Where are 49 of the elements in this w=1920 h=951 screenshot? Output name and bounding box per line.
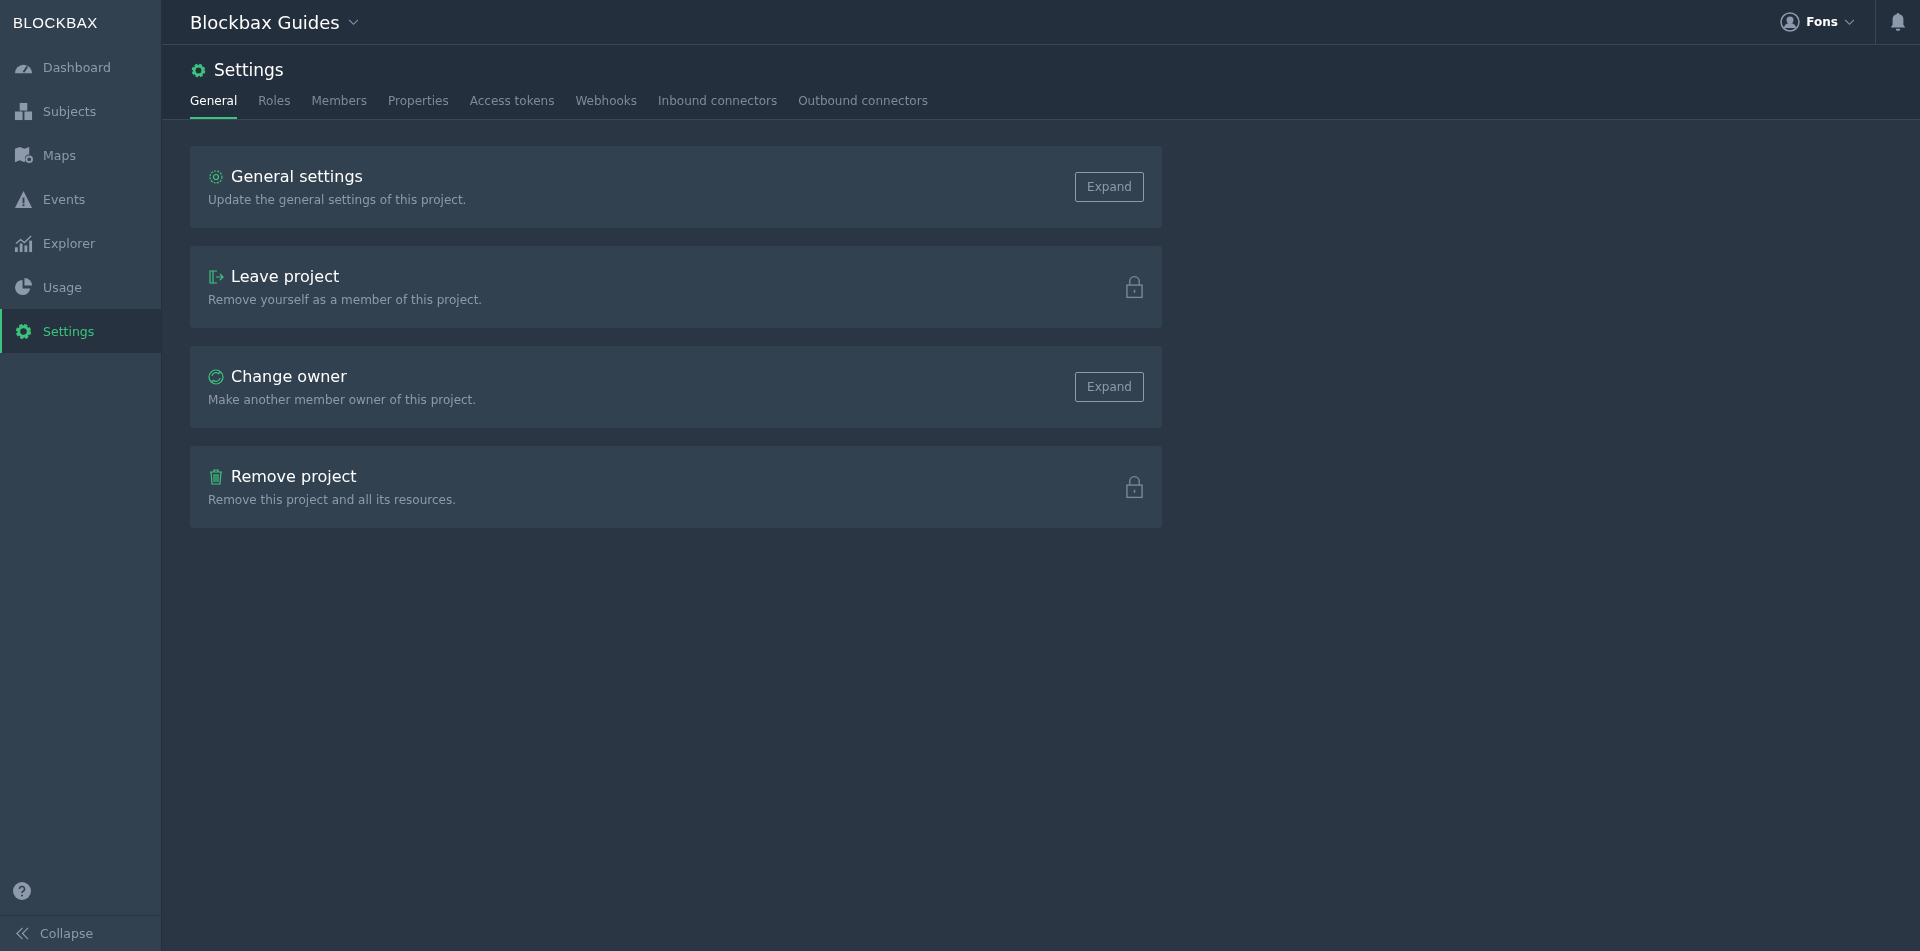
tab[interactable]: Members (311, 94, 368, 119)
help-icon[interactable] (13, 882, 31, 900)
tab[interactable]: Outbound connectors (798, 94, 928, 119)
collapse-button[interactable]: Collapse (0, 916, 161, 951)
sidebar-item[interactable]: Maps (0, 133, 161, 177)
exit-icon (208, 268, 224, 285)
refresh-icon (208, 368, 224, 385)
tab[interactable]: Inbound connectors (658, 94, 778, 119)
card-description: Update the general settings of this project. (208, 193, 467, 207)
card-title: General settings (231, 167, 363, 186)
trash-icon (208, 468, 224, 485)
tab[interactable]: Webhooks (575, 94, 638, 119)
bell-icon[interactable] (1889, 12, 1907, 32)
tab[interactable]: Roles (258, 94, 291, 119)
card-title: Change owner (231, 367, 347, 386)
user-menu[interactable]: Fons (1780, 12, 1875, 32)
boxes-icon (14, 101, 33, 121)
tab[interactable]: Properties (388, 94, 449, 119)
tab[interactable]: Access tokens (469, 94, 555, 119)
sidebar-item[interactable]: Dashboard (0, 45, 161, 89)
tab[interactable]: General (190, 94, 238, 119)
sidebar-item[interactable]: Settings (0, 309, 161, 353)
settings-icon (14, 321, 33, 341)
card-description: Remove this project and all its resources. (208, 493, 456, 507)
settings-icon (208, 168, 224, 185)
pie-chart-icon (14, 277, 33, 297)
caret-icon (347, 18, 359, 26)
card-title: Leave project (231, 267, 340, 286)
warning-icon (14, 189, 33, 209)
map-icon (14, 145, 33, 165)
avatar-icon (1780, 12, 1801, 32)
double-chevron-icon (15, 927, 30, 940)
expand-button[interactable]: Expand (1075, 372, 1144, 402)
sidebar-item[interactable]: Subjects (0, 89, 161, 133)
expand-button[interactable]: Expand (1075, 172, 1144, 202)
page-title: Settings (214, 60, 284, 80)
card-description: Remove yourself as a member of this project. (208, 293, 483, 307)
settings-icon (190, 61, 207, 79)
bar-chart-icon (14, 233, 33, 253)
logo[interactable]: BLOCKBAX (0, 0, 161, 45)
sidebar-item[interactable]: Events (0, 177, 161, 221)
sidebar-item[interactable]: Usage (0, 265, 161, 309)
lock-icon (1126, 475, 1143, 499)
card-title: Remove project (231, 467, 357, 486)
project-switcher[interactable]: Blockbax Guides (190, 11, 359, 33)
caret-icon (1844, 18, 1855, 26)
lock-icon (1126, 275, 1143, 299)
sidebar-item[interactable]: Explorer (0, 221, 161, 265)
card-description: Make another member owner of this project. (208, 393, 477, 407)
